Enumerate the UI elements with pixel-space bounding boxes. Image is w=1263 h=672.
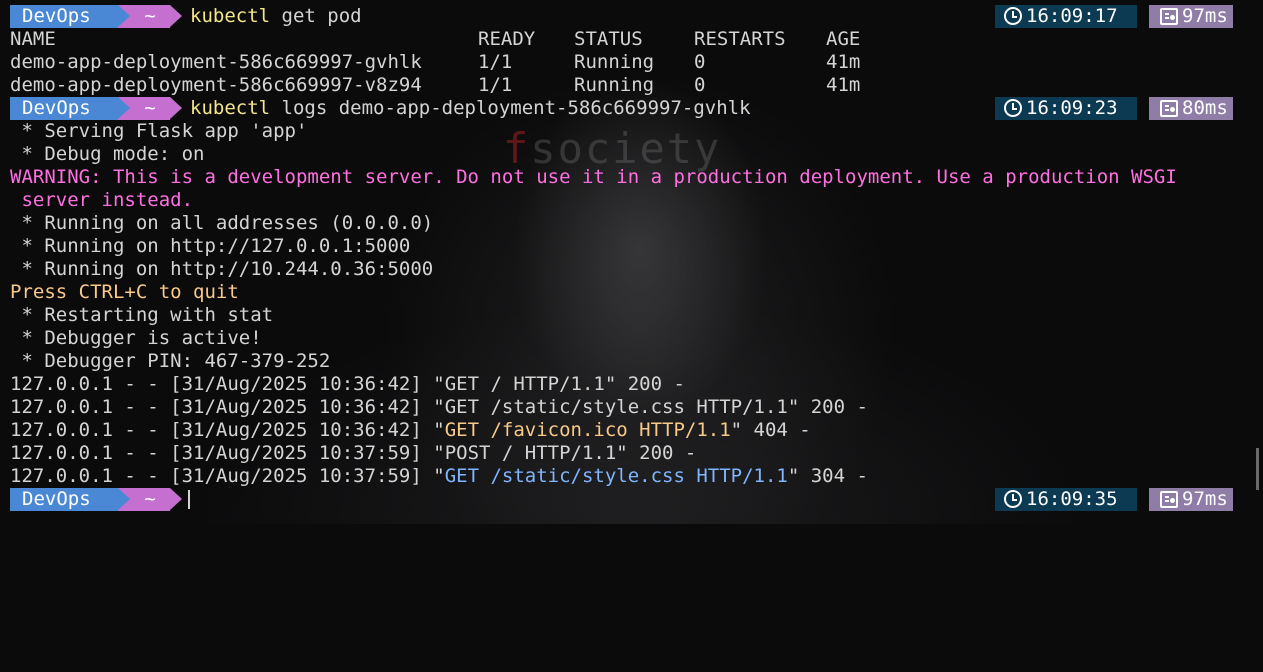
log-line: * Restarting with stat: [10, 304, 274, 326]
prompt-user-segment: DevOps: [10, 488, 118, 511]
segment-arrow-icon: [170, 5, 182, 27]
log-line: * Running on all addresses (0.0.0.0): [10, 212, 434, 234]
pod-name: demo-app-deployment-586c669997-gvhlk: [10, 51, 422, 73]
segment-arrow-icon: [118, 5, 130, 27]
log-line: * Debugger is active!: [10, 327, 262, 349]
pod-status: Running: [574, 74, 655, 96]
pod-name: demo-app-deployment-586c669997-v8z94: [10, 74, 422, 96]
prompt-time-segment: 16:09:35: [995, 488, 1137, 511]
pod-age: 41m: [826, 51, 861, 73]
quit-hint: Press CTRL+C to quit: [10, 281, 239, 303]
log-line: * Serving Flask app 'app': [10, 120, 308, 142]
warning-line: server instead.: [10, 189, 194, 211]
prompt-duration-segment: 80ms: [1149, 97, 1233, 120]
table-header: NAME READY STATUS RESTARTS AGE: [10, 28, 860, 51]
request-log-line: 127.0.0.1 - - [31/Aug/2025 10:36:42] "GE…: [10, 396, 868, 418]
prompt-time-segment: 16:09:17: [995, 5, 1137, 28]
segment-arrow-icon: [118, 488, 130, 510]
command-text: kubectl logs demo-app-deployment-586c669…: [190, 97, 751, 119]
request-log-line: 127.0.0.1 - - [31/Aug/2025 10:37:59] "PO…: [10, 442, 697, 464]
column-header: RESTARTS: [694, 28, 786, 50]
pod-ready: 1/1: [478, 74, 513, 96]
stopwatch-icon: [1160, 491, 1178, 508]
request-log-line: 127.0.0.1 - - [31/Aug/2025 10:37:59] "GE…: [10, 465, 868, 487]
warning-line: WARNING: This is a development server. D…: [10, 166, 1177, 188]
segment-arrow-icon: [118, 97, 130, 119]
column-header: STATUS: [574, 28, 643, 50]
prompt-line: DevOps ~ kubectl logs demo-app-deploymen…: [10, 97, 1233, 120]
pod-restarts: 0: [694, 74, 706, 96]
clock-icon: [1004, 99, 1022, 117]
text-cursor[interactable]: [188, 490, 190, 509]
command-text: kubectl get pod: [190, 5, 362, 27]
request-log-line: 127.0.0.1 - - [31/Aug/2025 10:36:42] "GE…: [10, 373, 685, 395]
clock-icon: [1004, 7, 1022, 25]
pod-age: 41m: [826, 74, 861, 96]
log-line: * Debug mode: on: [10, 143, 205, 165]
table-row: demo-app-deployment-586c669997-v8z94 1/1…: [10, 74, 860, 97]
prompt-time-segment: 16:09:23: [995, 97, 1137, 120]
active-prompt-line[interactable]: DevOps ~ 16:09:35 97ms: [10, 488, 1233, 511]
prompt-duration-segment: 97ms: [1149, 5, 1233, 28]
column-header: READY: [478, 28, 536, 50]
column-header: AGE: [826, 28, 861, 50]
request-log-line: 127.0.0.1 - - [31/Aug/2025 10:36:42] "GE…: [10, 419, 811, 441]
stopwatch-icon: [1160, 100, 1178, 117]
prompt-user-segment: DevOps: [10, 97, 118, 120]
clock-icon: [1004, 490, 1022, 508]
prompt-line: DevOps ~ kubectl get pod 16:09:17 97ms: [10, 5, 1233, 28]
pod-status: Running: [574, 51, 655, 73]
stopwatch-icon: [1160, 8, 1178, 25]
table-row: demo-app-deployment-586c669997-gvhlk 1/1…: [10, 51, 860, 74]
scrollbar-thumb[interactable]: [1256, 448, 1259, 490]
pod-restarts: 0: [694, 51, 706, 73]
prompt-duration-segment: 97ms: [1149, 488, 1233, 511]
background-wallpaper-logo: fsociety: [503, 124, 722, 173]
pod-ready: 1/1: [478, 51, 513, 73]
column-header: NAME: [10, 28, 56, 50]
segment-arrow-icon: [170, 97, 182, 119]
clipped-previous-line: [0, 0, 1263, 5]
log-line: * Running on http://127.0.0.1:5000: [10, 235, 411, 257]
segment-arrow-icon: [170, 488, 182, 510]
log-line: * Debugger PIN: 467-379-252: [10, 350, 331, 372]
prompt-user-segment: DevOps: [10, 5, 118, 28]
log-line: * Running on http://10.244.0.36:5000: [10, 258, 434, 280]
